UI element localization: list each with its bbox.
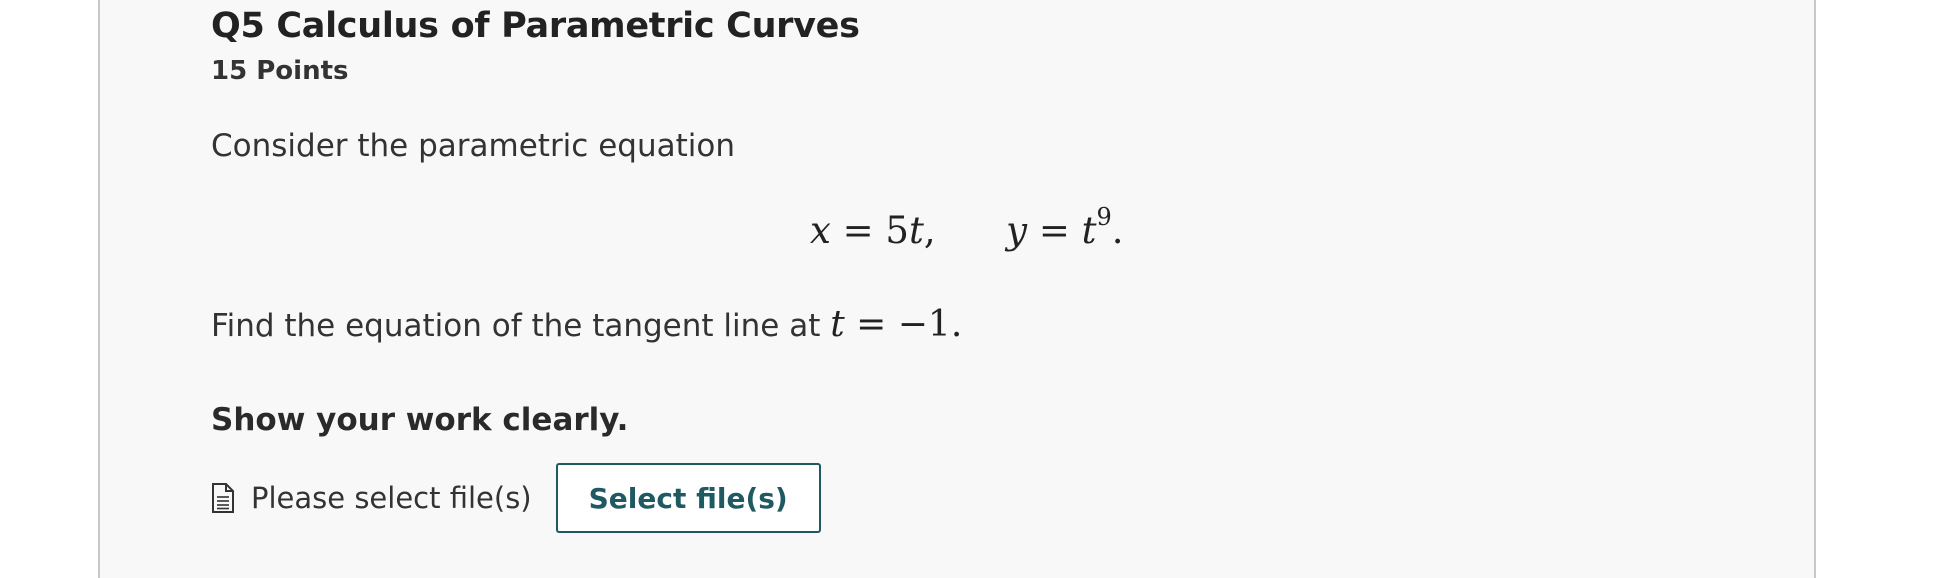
instruction-text: Show your work clearly. (211, 402, 629, 438)
question-title: Q5 Calculus of Parametric Curves (211, 6, 860, 46)
eq-x-lhs: x (810, 209, 831, 252)
file-upload-row: Please select file(s) Select file(s) (211, 462, 821, 534)
prompt-math-var: t (830, 304, 845, 345)
eq-x-coef: 5 (885, 209, 909, 252)
eq-y-exponent: 9 (1096, 203, 1112, 231)
question-intro: Consider the parametric equation (211, 128, 735, 164)
select-files-button[interactable]: Select file(s) (555, 463, 821, 533)
prompt-math: t = −1. (830, 304, 963, 345)
prompt-math-value: −1 (897, 304, 951, 345)
upload-status-label: Please select file(s) (251, 481, 532, 515)
prompt-text: Find the equation of the tangent line at (211, 308, 831, 344)
parametric-equation: x = 5t, y = t9. (810, 203, 1124, 252)
question-prompt: Find the equation of the tangent line at… (211, 304, 962, 345)
eq-x-var: t (908, 209, 924, 252)
file-document-icon (211, 483, 235, 513)
question-points: 15 Points (211, 56, 349, 86)
eq-y-base: t (1081, 209, 1097, 252)
eq-y-lhs: y (1006, 209, 1028, 252)
